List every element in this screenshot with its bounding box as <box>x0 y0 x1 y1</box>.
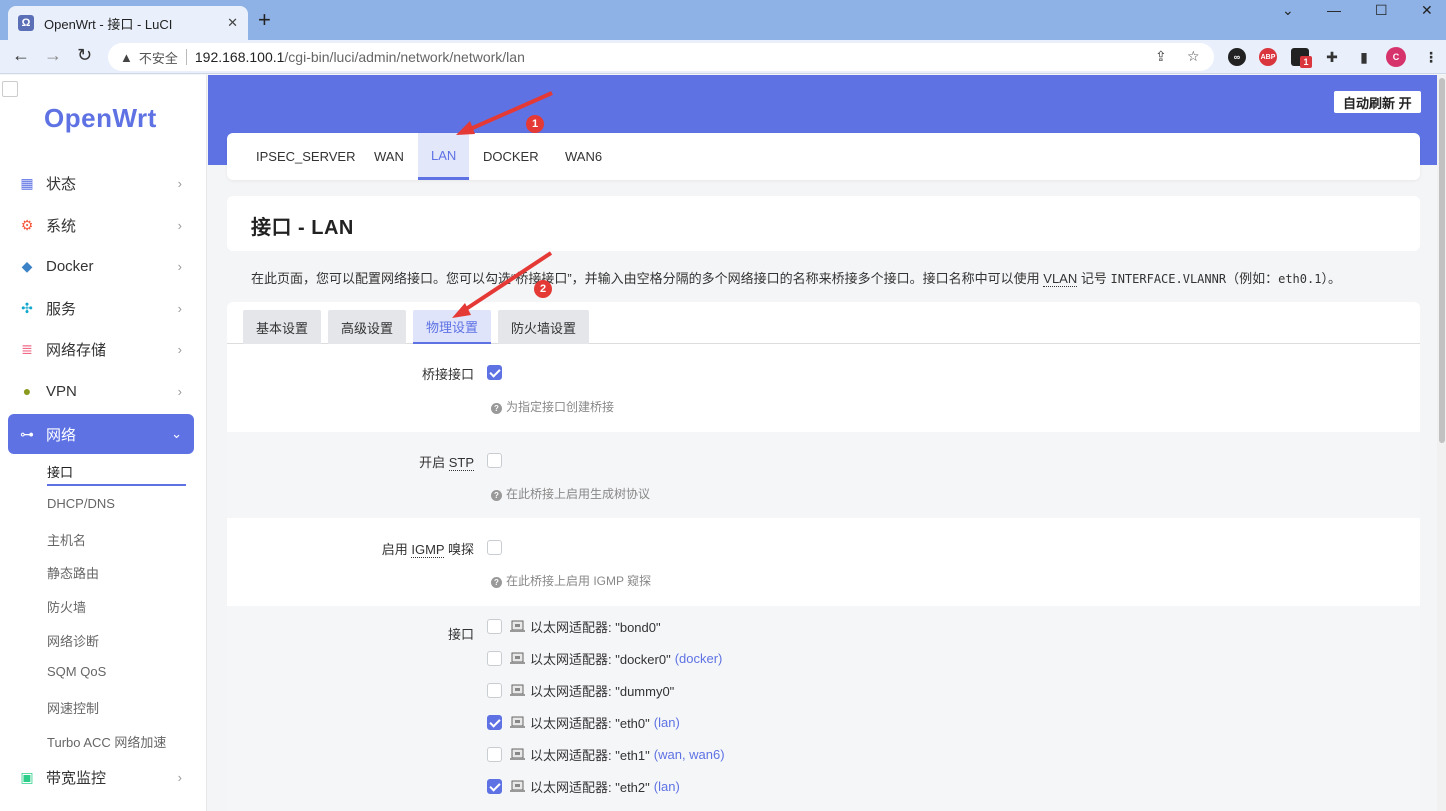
annotation-arrowhead-1 <box>456 121 475 135</box>
annotation-overlay <box>452 91 553 318</box>
scrollbar-thumb[interactable] <box>1439 78 1445 443</box>
annotation-badge-1: 1 <box>526 115 544 133</box>
annotation-badge-2: 2 <box>534 280 552 298</box>
